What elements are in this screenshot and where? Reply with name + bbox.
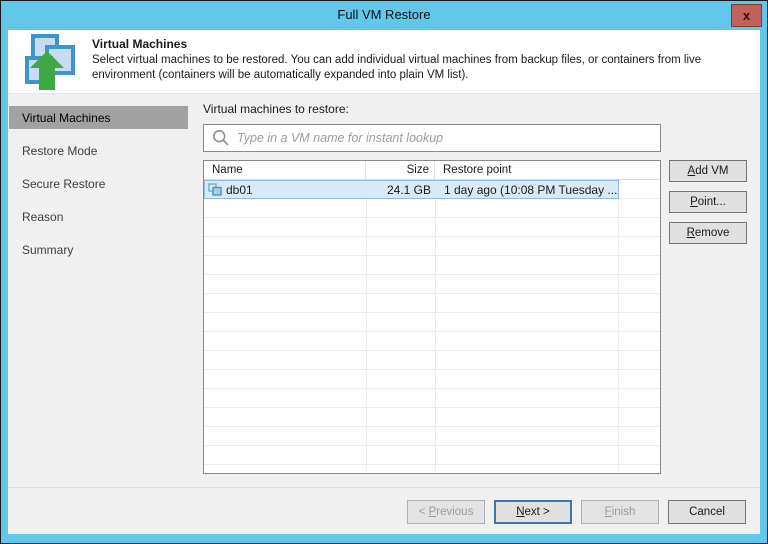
wizard-content: Virtual Machines Restore Mode Secure Res… (8, 94, 760, 487)
sidebar-item-label: Reason (22, 209, 64, 224)
next-button[interactable]: Next > (494, 500, 572, 524)
column-header-restore-point[interactable]: Restore point (435, 161, 660, 179)
step-title: Virtual Machines (92, 37, 188, 51)
vm-restore-point-cell: 1 day ago (10:08 PM Tuesday ... (444, 182, 618, 197)
sidebar-item-label: Virtual Machines (22, 110, 111, 125)
wizard-header: Virtual Machines Select virtual machines… (8, 30, 760, 94)
vm-table-body: db01 24.1 GB 1 day ago (10:08 PM Tuesday… (204, 180, 660, 473)
sidebar-item-secure-restore[interactable]: Secure Restore (9, 172, 188, 195)
table-row-db01[interactable]: db01 24.1 GB 1 day ago (10:08 PM Tuesday… (204, 180, 619, 199)
previous-button[interactable]: < Previous (407, 500, 485, 524)
wizard-footer: < Previous Next > Finish Cancel (8, 487, 760, 534)
close-button[interactable]: x (731, 4, 762, 27)
vm-list-label: Virtual machines to restore: (203, 102, 349, 116)
grid-line (618, 180, 619, 473)
vm-table-header: Name Size Restore point (204, 161, 660, 180)
wizard-steps-sidebar: Virtual Machines Restore Mode Secure Res… (8, 94, 188, 487)
sidebar-item-summary[interactable]: Summary (9, 238, 188, 261)
close-icon: x (742, 8, 751, 23)
remove-button[interactable]: Remove (669, 222, 747, 244)
vm-size-cell: 24.1 GB (386, 182, 431, 197)
cancel-button[interactable]: Cancel (668, 500, 746, 524)
vm-search-input[interactable] (237, 131, 654, 145)
vm-name: db01 (226, 182, 253, 197)
title-bar: Full VM Restore x (1, 1, 767, 29)
grid-line (366, 180, 367, 473)
vm-action-buttons: Add VM Point... Remove (669, 160, 747, 253)
search-icon (212, 129, 229, 146)
column-header-size[interactable]: Size (366, 161, 435, 179)
vm-list-pane: Virtual machines to restore: Name Size R… (188, 94, 760, 487)
finish-button[interactable]: Finish (581, 500, 659, 524)
window-title: Full VM Restore (337, 7, 431, 22)
vm-search-box (203, 124, 661, 152)
point-button[interactable]: Point... (669, 191, 747, 213)
vm-name-cell: db01 (205, 183, 367, 197)
vm-table: Name Size Restore point db01 24.1 GB 1 d… (203, 160, 661, 474)
full-vm-restore-dialog: Full VM Restore x Virtual Machines Selec… (0, 0, 768, 544)
column-header-name[interactable]: Name (204, 161, 366, 179)
sidebar-item-reason[interactable]: Reason (9, 205, 188, 228)
sidebar-item-label: Restore Mode (22, 143, 98, 158)
step-description: Select virtual machines to be restored. … (92, 54, 702, 81)
virtual-machines-restore-icon (25, 34, 75, 90)
add-vm-button[interactable]: Add VM (669, 160, 747, 182)
dialog-body: Virtual Machines Select virtual machines… (8, 30, 760, 534)
sidebar-item-restore-mode[interactable]: Restore Mode (9, 139, 188, 162)
sidebar-item-label: Secure Restore (22, 176, 106, 191)
grid-line (435, 180, 436, 473)
sidebar-item-label: Summary (22, 242, 74, 257)
vm-icon (208, 183, 222, 196)
sidebar-item-virtual-machines[interactable]: Virtual Machines (9, 106, 188, 129)
